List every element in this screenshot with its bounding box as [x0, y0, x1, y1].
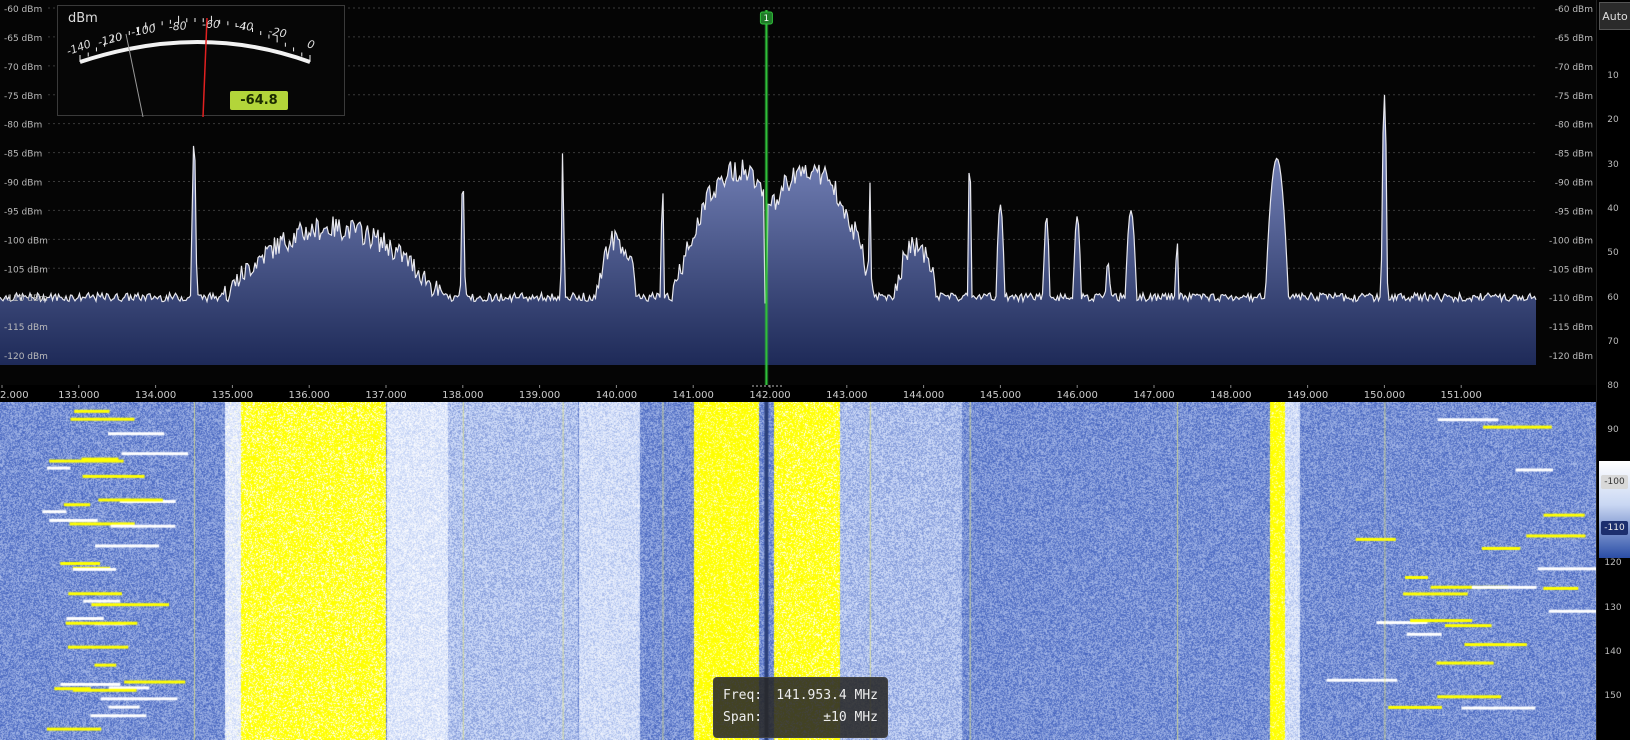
db-scale-right: -60 dBm -65 dBm -70 dBm -75 dBm -80 dBm -85 d…	[1549, 5, 1593, 362]
freq-tick-label: 144.000	[903, 390, 944, 401]
freq-tick-label: 147.000	[1133, 390, 1174, 401]
slider-handle-top[interactable]: -100	[1601, 475, 1628, 489]
span-label: Span:	[723, 710, 763, 725]
vfo-marker-label: 1	[764, 14, 770, 24]
db-label-right: -115 dBm	[1549, 323, 1593, 333]
slider-handle-bottom[interactable]: -110	[1601, 521, 1628, 535]
db-label-left: -90 dBm	[4, 179, 42, 189]
freq-tick-label: 138.000	[442, 390, 483, 401]
freq-tick-label: 143.000	[826, 390, 867, 401]
freq-tick-label: 141.000	[673, 390, 714, 401]
freq-tick-label: 134.000	[135, 390, 176, 401]
freq-label: Freq:	[723, 688, 763, 703]
db-label-left: -75 dBm	[4, 92, 42, 102]
right-scale-label: 130	[1604, 602, 1622, 613]
db-label-right: -90 dBm	[1555, 179, 1593, 189]
db-label-right: -95 dBm	[1555, 207, 1593, 217]
db-label-right: -70 dBm	[1555, 63, 1593, 73]
freq-tick-label: 148.000	[1210, 390, 1251, 401]
db-label-left: -60 dBm	[4, 5, 42, 15]
freq-tick-label: 135.000	[212, 390, 253, 401]
db-label-right: -75 dBm	[1555, 92, 1593, 102]
db-label-right: -110 dBm	[1549, 294, 1593, 304]
smeter-readout: -64.8	[230, 91, 288, 110]
db-label-right: -85 dBm	[1555, 150, 1593, 160]
db-label-left: -110 dBm	[4, 294, 48, 304]
frequency-info-box: Freq: 141.953.4 MHz Span: ±10 MHz	[713, 677, 888, 738]
db-label-left: -100 dBm	[4, 236, 48, 246]
freq-tick-label: 146.000	[1057, 390, 1098, 401]
freq-tick-label: 140.000	[596, 390, 637, 401]
smeter-scale-label: -80	[168, 19, 187, 34]
db-label-right: -120 dBm	[1549, 352, 1593, 362]
db-label-left: -120 dBm	[4, 352, 48, 362]
right-scale-label: 10	[1607, 71, 1619, 81]
frequency-axis[interactable]: 2.000 133.000 134.000 135.000 136.000 137.000…	[0, 385, 1596, 402]
right-scale-label: 30	[1607, 159, 1619, 170]
db-label-right: -105 dBm	[1549, 265, 1593, 275]
freq-tick-label: 137.000	[365, 390, 406, 401]
right-scale-label: 90	[1607, 425, 1619, 436]
db-label-left: -70 dBm	[4, 63, 42, 73]
freq-tick-label: 2.000	[0, 390, 29, 401]
waterfall-level-slider[interactable]: -100 -110	[1599, 461, 1630, 558]
right-scale-label: 60	[1607, 292, 1619, 303]
freq-tick-label: 133.000	[58, 390, 99, 401]
right-scale-label: 20	[1607, 115, 1619, 126]
vfo-marker[interactable]: 1	[759, 11, 773, 25]
freq-tick-label: 150.000	[1364, 390, 1405, 401]
right-scale-label: 70	[1607, 336, 1619, 347]
right-scale-label: 40	[1607, 203, 1619, 214]
span-value: ±10 MHz	[823, 710, 878, 725]
freq-tick-label: 149.000	[1287, 390, 1328, 401]
signal-meter: dBm -140 -120 -100 -80 -60 -40 -20 0 -64.8	[57, 5, 345, 118]
auto-scale-button[interactable]: Auto	[1599, 2, 1630, 30]
db-label-right: -60 dBm	[1555, 5, 1593, 15]
right-scale-label: 50	[1607, 248, 1619, 259]
freq-tick-label: 145.000	[980, 390, 1021, 401]
freq-tick-label: 139.000	[519, 390, 560, 401]
db-label-left: -95 dBm	[4, 207, 42, 217]
freq-tick-label: 136.000	[289, 390, 330, 401]
freq-value: 141.953.4 MHz	[776, 688, 878, 703]
db-label-right: -65 dBm	[1555, 34, 1593, 44]
right-scale-label: 120	[1604, 558, 1622, 569]
freq-tick-label: 151.000	[1441, 390, 1482, 401]
db-label-left: -105 dBm	[4, 265, 48, 275]
db-label-left: -65 dBm	[4, 34, 42, 44]
right-scale-label: 80	[1607, 381, 1619, 392]
db-label-left: -85 dBm	[4, 150, 42, 160]
db-label-left: -115 dBm	[4, 323, 48, 333]
right-scale-label: 150	[1604, 691, 1622, 702]
smeter-scale-label: -100	[130, 22, 157, 39]
smeter-scale-label: -120	[96, 30, 123, 49]
right-scale-panel	[1596, 0, 1630, 740]
right-scale-label: 140	[1604, 646, 1622, 657]
db-label-right: -80 dBm	[1555, 121, 1593, 131]
freq-tick-label: 142.000	[749, 390, 790, 401]
smeter-needle	[202, 17, 208, 118]
smeter-scale-label: 0	[306, 37, 316, 51]
db-label-left: -80 dBm	[4, 121, 42, 131]
db-label-right: -100 dBm	[1549, 236, 1593, 246]
vfo-bandwidth	[764, 10, 769, 385]
smeter-unit: dBm	[68, 11, 98, 26]
